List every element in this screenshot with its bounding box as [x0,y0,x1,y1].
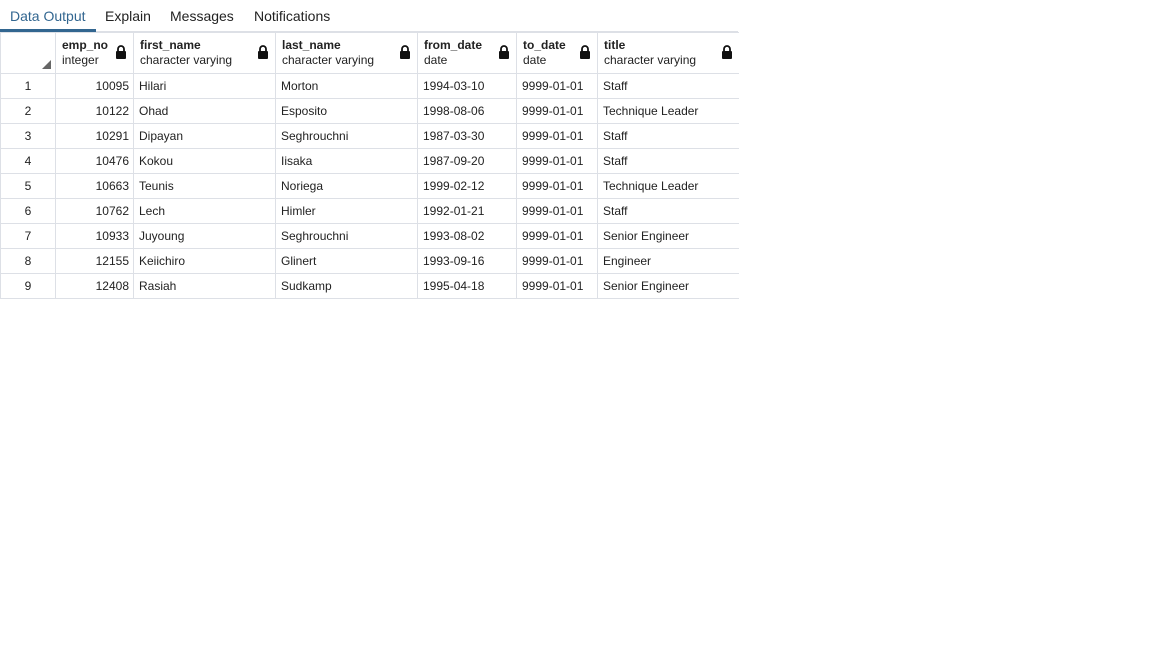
cell-emp-no[interactable]: 10762 [55,198,134,224]
cell-title[interactable]: Technique Leader [597,173,739,199]
cell-to-date[interactable]: 9999-01-01 [516,273,598,299]
tab-notifications[interactable]: Notifications [254,0,330,32]
cell-last-name[interactable]: Morton [275,73,418,99]
row-number[interactable]: 4 [0,148,56,174]
cell-to-date[interactable]: 9999-01-01 [516,73,598,99]
lock-icon [258,45,268,59]
cell-from-date[interactable]: 1999-02-12 [417,173,517,199]
cell-last-name[interactable]: Seghrouchni [275,123,418,149]
cell-to-date[interactable]: 9999-01-01 [516,123,598,149]
cell-title[interactable]: Staff [597,198,739,224]
cell-last-name[interactable]: Iisaka [275,148,418,174]
cell-emp-no[interactable]: 10663 [55,173,134,199]
cell-last-name[interactable]: Esposito [275,98,418,124]
cell-title[interactable]: Engineer [597,248,739,274]
column-header-last-name[interactable]: last_name character varying [275,32,418,74]
table-row[interactable]: 3 10291 Dipayan Seghrouchni 1987-03-30 9… [0,123,739,149]
cell-from-date[interactable]: 1994-03-10 [417,73,517,99]
table-row[interactable]: 5 10663 Teunis Noriega 1999-02-12 9999-0… [0,173,739,199]
cell-emp-no[interactable]: 10476 [55,148,134,174]
cell-emp-no[interactable]: 10933 [55,223,134,249]
cell-from-date[interactable]: 1993-08-02 [417,223,517,249]
cell-first-name[interactable]: Dipayan [133,123,276,149]
cell-to-date[interactable]: 9999-01-01 [516,148,598,174]
row-number[interactable]: 1 [0,73,56,99]
cell-from-date[interactable]: 1987-03-30 [417,123,517,149]
table-row[interactable]: 1 10095 Hilari Morton 1994-03-10 9999-01… [0,73,739,99]
cell-first-name[interactable]: Lech [133,198,276,224]
row-number[interactable]: 9 [0,273,56,299]
lock-icon [499,45,509,59]
row-number[interactable]: 7 [0,223,56,249]
cell-last-name[interactable]: Seghrouchni [275,223,418,249]
table-row[interactable]: 6 10762 Lech Himler 1992-01-21 9999-01-0… [0,198,739,224]
cell-emp-no[interactable]: 12408 [55,273,134,299]
cell-title[interactable]: Staff [597,73,739,99]
cell-first-name[interactable]: Ohad [133,98,276,124]
table-row[interactable]: 7 10933 Juyoung Seghrouchni 1993-08-02 9… [0,223,739,249]
cell-to-date[interactable]: 9999-01-01 [516,198,598,224]
row-number[interactable]: 6 [0,198,56,224]
column-header-from-date[interactable]: from_date date [417,32,517,74]
cell-last-name[interactable]: Himler [275,198,418,224]
row-number[interactable]: 8 [0,248,56,274]
tab-explain[interactable]: Explain [105,0,151,32]
cell-from-date[interactable]: 1987-09-20 [417,148,517,174]
cell-last-name[interactable]: Noriega [275,173,418,199]
cell-first-name[interactable]: Juyoung [133,223,276,249]
cell-from-date[interactable]: 1992-01-21 [417,198,517,224]
cell-first-name[interactable]: Rasiah [133,273,276,299]
cell-emp-no[interactable]: 10291 [55,123,134,149]
cell-first-name[interactable]: Teunis [133,173,276,199]
column-header-to-date[interactable]: to_date date [516,32,598,74]
lock-icon [580,45,590,59]
column-name: title [604,38,626,52]
select-all-corner[interactable] [0,32,56,74]
cell-emp-no[interactable]: 12155 [55,248,134,274]
header-row: emp_no integer first_name character vary… [0,32,739,74]
table-row[interactable]: 8 12155 Keiichiro Glinert 1993-09-16 999… [0,248,739,274]
lock-icon [116,45,126,59]
cell-first-name[interactable]: Hilari [133,73,276,99]
cell-title[interactable]: Staff [597,148,739,174]
cell-to-date[interactable]: 9999-01-01 [516,248,598,274]
cell-first-name[interactable]: Keiichiro [133,248,276,274]
table-row[interactable]: 2 10122 Ohad Esposito 1998-08-06 9999-01… [0,98,739,124]
cell-last-name[interactable]: Glinert [275,248,418,274]
row-number[interactable]: 2 [0,98,56,124]
data-output-grid: emp_no integer first_name character vary… [0,32,739,299]
column-type: character varying [140,53,233,67]
cell-from-date[interactable]: 1998-08-06 [417,98,517,124]
cell-emp-no[interactable]: 10095 [55,73,134,99]
lock-icon [721,45,732,59]
column-header-emp-no[interactable]: emp_no integer [55,32,134,74]
lock-icon [400,45,410,59]
cell-last-name[interactable]: Sudkamp [275,273,418,299]
cell-from-date[interactable]: 1993-09-16 [417,248,517,274]
row-number[interactable]: 3 [0,123,56,149]
cell-emp-no[interactable]: 10122 [55,98,134,124]
cell-first-name[interactable]: Kokou [133,148,276,174]
column-type: character varying [604,53,697,67]
select-all-icon [42,60,51,69]
tab-data-output[interactable]: Data Output [0,0,96,32]
column-type: character varying [282,53,375,67]
column-header-first-name[interactable]: first_name character varying [133,32,276,74]
column-name: last_name [282,38,341,52]
cell-title[interactable]: Technique Leader [597,98,739,124]
output-tab-bar: Data Output Explain Messages Notificatio… [0,0,738,32]
row-number[interactable]: 5 [0,173,56,199]
column-header-title[interactable]: title character varying [597,32,739,74]
cell-to-date[interactable]: 9999-01-01 [516,173,598,199]
cell-title[interactable]: Staff [597,123,739,149]
cell-from-date[interactable]: 1995-04-18 [417,273,517,299]
cell-to-date[interactable]: 9999-01-01 [516,223,598,249]
tab-messages[interactable]: Messages [170,0,234,32]
table-row[interactable]: 9 12408 Rasiah Sudkamp 1995-04-18 9999-0… [0,273,739,299]
column-name: first_name [140,38,201,52]
cell-to-date[interactable]: 9999-01-01 [516,98,598,124]
cell-title[interactable]: Senior Engineer [597,223,739,249]
table-row[interactable]: 4 10476 Kokou Iisaka 1987-09-20 9999-01-… [0,148,739,174]
cell-title[interactable]: Senior Engineer [597,273,739,299]
